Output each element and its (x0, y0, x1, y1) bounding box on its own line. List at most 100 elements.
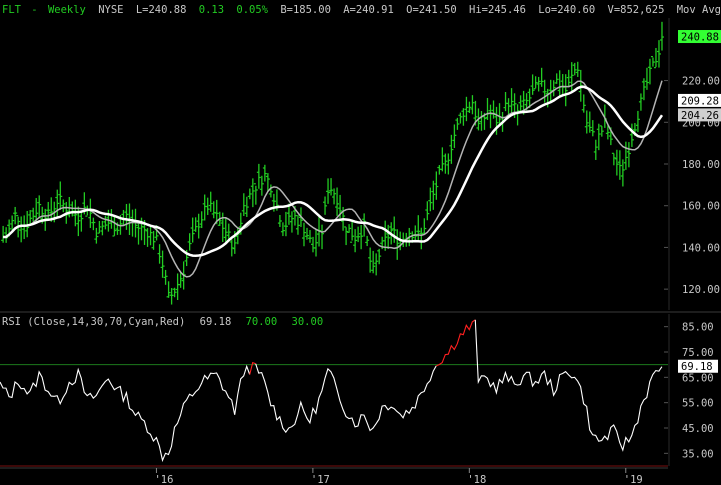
price-bar (250, 178, 255, 208)
price-bar (530, 74, 535, 95)
price-bar (647, 58, 652, 85)
price-bar (31, 207, 36, 222)
price-bar (256, 163, 261, 189)
symbol-label: FLT (2, 4, 22, 16)
price-bar (323, 196, 328, 215)
price-bar (202, 194, 207, 221)
price-bar (226, 223, 231, 240)
price-bar (175, 273, 180, 300)
price-bar (320, 224, 325, 250)
price-bar (452, 124, 457, 148)
price-bar (301, 222, 306, 247)
price-bar (572, 62, 577, 76)
price-bar (280, 222, 285, 237)
price-bar (368, 247, 373, 273)
rsi-header: RSI (Close,14,30,70,Cyan,Red) 69.18 70.0… (2, 316, 323, 328)
price-bar (163, 269, 168, 285)
price-bar (109, 209, 114, 229)
time-tick-label: '19 (624, 474, 643, 485)
price-bar (563, 74, 568, 107)
price-bar (656, 40, 661, 68)
price-bar (491, 100, 496, 119)
price-tick-label: 180.00 (682, 159, 720, 171)
price-bar (458, 112, 463, 124)
chart-header: FLT - Weekly NYSE L=240.88 0.13 0.05% B=… (2, 4, 721, 16)
rsi-line-segment (0, 364, 251, 463)
price-bar (629, 123, 634, 147)
price-tag: 209.28 (678, 93, 721, 107)
price-bar (440, 147, 445, 172)
price-bar (223, 217, 228, 242)
open-label: O=241.50 (406, 4, 457, 16)
rsi-tick-label: 85.00 (682, 322, 714, 334)
price-bar (289, 211, 294, 233)
price-tick-label: 160.00 (682, 201, 720, 213)
price-bar (353, 229, 358, 253)
price-bar (413, 225, 418, 242)
price-bar (599, 125, 604, 137)
fast-moving-average-line (3, 80, 663, 278)
price-bar (307, 230, 312, 243)
price-bar (311, 236, 316, 253)
price-bar (422, 218, 427, 234)
rsi-tick-label: 65.00 (682, 372, 714, 384)
price-bar (509, 88, 514, 115)
price-bars (1, 21, 664, 305)
price-bar (533, 76, 538, 90)
price-bar (136, 223, 141, 245)
price-tag-label: 240.88 (681, 32, 719, 44)
price-bar (244, 196, 249, 217)
price-bar (581, 94, 586, 113)
price-bar (335, 187, 340, 216)
price-bar (431, 180, 436, 210)
rsi-tick-label: 75.00 (682, 347, 714, 359)
price-tag-label: 209.28 (681, 95, 719, 107)
price-tag-label: 204.26 (681, 110, 719, 122)
price-bar (590, 120, 595, 137)
price-bar (503, 92, 508, 112)
price-bar (247, 188, 252, 200)
price-tag: 240.88 (678, 30, 721, 44)
price-bar (638, 93, 643, 111)
price-bar (112, 215, 117, 237)
rsi-tick-label: 55.00 (682, 398, 714, 410)
price-bar (277, 215, 282, 227)
price-bar (566, 69, 571, 88)
time-tick-label: '16 (154, 474, 173, 485)
price-bar (350, 219, 355, 243)
price-bar (262, 164, 267, 182)
price-bar (425, 201, 430, 221)
rsi-tick-label: 35.00 (682, 448, 714, 460)
rsi-axis: 35.00 45.00 55.00 65.00 75.00 85.00 69.18 (664, 314, 718, 466)
high-label: Hi=245.46 (469, 4, 526, 16)
change-pct-label: 0.05% (236, 4, 268, 16)
price-bar (205, 197, 210, 215)
price-bar (37, 195, 42, 219)
price-bar (434, 171, 439, 200)
price-bar (148, 226, 153, 246)
price-bar (416, 215, 421, 241)
stock-chart: FLT - Weekly NYSE L=240.88 0.13 0.05% B=… (0, 4, 721, 485)
price-bar (515, 104, 520, 126)
price-bar (635, 110, 640, 133)
price-tick-label: 120.00 (682, 284, 720, 296)
change-label: 0.13 (199, 4, 224, 16)
price-bar (542, 79, 547, 103)
price-bar (241, 193, 246, 217)
price-bar (1, 225, 6, 243)
price-bar (169, 288, 174, 305)
price-bar (446, 153, 451, 175)
price-bar (157, 244, 162, 264)
price-bar (332, 188, 337, 205)
price-bar (28, 210, 33, 225)
price-bar (22, 215, 27, 240)
price-bar (488, 104, 493, 129)
price-bar (518, 95, 523, 112)
price-bar (151, 230, 156, 250)
price-bar (268, 184, 273, 198)
exchange-label: NYSE (98, 4, 123, 16)
price-bar (560, 74, 565, 95)
price-bar (61, 199, 66, 213)
price-bar (365, 235, 370, 247)
price-bar (187, 233, 192, 251)
